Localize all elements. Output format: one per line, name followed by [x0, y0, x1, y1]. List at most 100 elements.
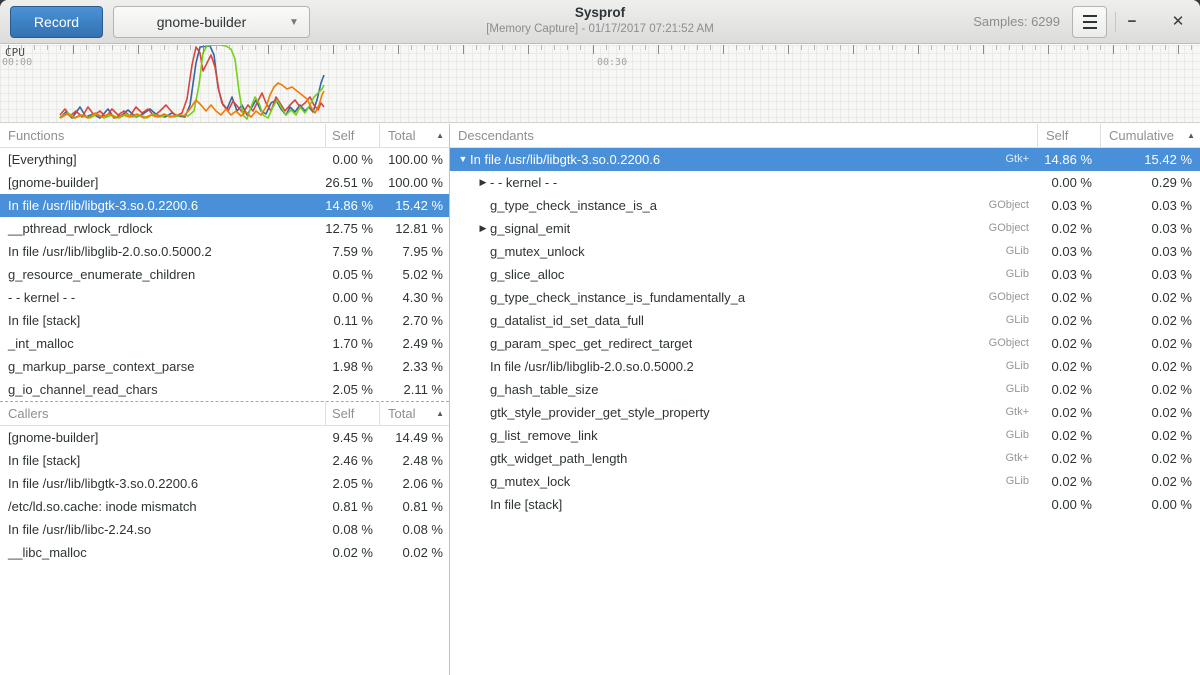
descendants-column-header[interactable]: Descendants: [450, 124, 1037, 147]
cell-cumulative: 0.03 %: [1100, 217, 1200, 240]
table-row[interactable]: In file /usr/lib/libgtk-3.so.0.2200.614.…: [0, 194, 449, 217]
tree-row[interactable]: gtk_style_provider_get_style_propertyGtk…: [450, 401, 1200, 424]
expander-icon[interactable]: ▼: [456, 148, 470, 171]
table-row[interactable]: g_io_channel_read_chars2.05 %2.11 %: [0, 378, 449, 401]
functions-column-header[interactable]: Functions: [0, 124, 325, 147]
cell-self: 0.03 %: [1037, 263, 1100, 286]
ruler-tick: [1191, 45, 1192, 50]
ruler-tick: [489, 45, 490, 50]
table-row[interactable]: _int_malloc1.70 %2.49 %: [0, 332, 449, 355]
ruler-tick: [983, 45, 984, 54]
function-name: g_signal_emit: [490, 217, 570, 240]
table-row[interactable]: In file [stack]0.11 %2.70 %: [0, 309, 449, 332]
record-button[interactable]: Record: [10, 6, 103, 38]
ruler-tick: [775, 45, 776, 50]
ruler-tick: [658, 45, 659, 54]
ruler-tick: [723, 45, 724, 54]
target-process-dropdown[interactable]: gnome-builder ▼: [113, 6, 310, 38]
cell-function-name: g_io_channel_read_chars: [0, 378, 325, 401]
tree-row[interactable]: ▶- - kernel - -0.00 %0.29 %: [450, 171, 1200, 194]
tree-row[interactable]: ▶g_signal_emitGObject0.02 %0.03 %: [450, 217, 1200, 240]
cpu-graph[interactable]: CPU 00:00 00:30: [0, 45, 1200, 123]
table-row[interactable]: __pthread_rwlock_rdlock12.75 %12.81 %: [0, 217, 449, 240]
table-row[interactable]: g_markup_parse_context_parse1.98 %2.33 %: [0, 355, 449, 378]
table-row[interactable]: __libc_malloc0.02 %0.02 %: [0, 541, 449, 564]
close-button[interactable]: ✕: [1166, 10, 1190, 34]
tree-row[interactable]: g_mutex_unlockGLib0.03 %0.03 %: [450, 240, 1200, 263]
cell-total: 12.81 %: [379, 217, 449, 240]
tree-row[interactable]: g_hash_table_sizeGLib0.02 %0.02 %: [450, 378, 1200, 401]
function-name: g_datalist_id_set_data_full: [490, 309, 644, 332]
table-row[interactable]: In file /usr/lib/libglib-2.0.so.0.5000.2…: [0, 240, 449, 263]
table-row[interactable]: [gnome-builder]26.51 %100.00 %: [0, 171, 449, 194]
callers-self-column-header[interactable]: Self: [325, 402, 379, 425]
tree-row[interactable]: g_datalist_id_set_data_fullGLib0.02 %0.0…: [450, 309, 1200, 332]
table-row[interactable]: /etc/ld.so.cache: inode mismatch0.81 %0.…: [0, 495, 449, 518]
library-badge: Gtk+: [1005, 447, 1037, 470]
functions-self-column-header[interactable]: Self: [325, 124, 379, 147]
ruler-tick: [554, 45, 555, 50]
descendants-cumulative-column-header[interactable]: Cumulative ▲: [1100, 124, 1200, 147]
cell-self: 0.02 %: [1037, 217, 1100, 240]
ruler-tick: [814, 45, 815, 50]
ruler-tick: [47, 45, 48, 50]
callers-column-header[interactable]: Callers: [0, 402, 325, 425]
chevron-down-icon: ▼: [289, 17, 309, 28]
window-subtitle: [Memory Capture] - 01/17/2017 07:21:52 A…: [320, 23, 880, 35]
function-name: In file [stack]: [490, 493, 562, 516]
functions-total-column-header[interactable]: Total ▲: [379, 124, 449, 147]
descendants-rows: ▼In file /usr/lib/libgtk-3.so.0.2200.6Gt…: [450, 148, 1200, 516]
table-row[interactable]: In file /usr/lib/libgtk-3.so.0.2200.62.0…: [0, 472, 449, 495]
cell-self: 0.03 %: [1037, 194, 1100, 217]
table-row[interactable]: g_resource_enumerate_children0.05 %5.02 …: [0, 263, 449, 286]
tree-row[interactable]: g_type_check_instance_is_fundamentally_a…: [450, 286, 1200, 309]
ruler-tick: [567, 45, 568, 50]
callers-total-column-header[interactable]: Total ▲: [379, 402, 449, 425]
table-row[interactable]: [gnome-builder]9.45 %14.49 %: [0, 426, 449, 449]
minimize-button[interactable]: −: [1120, 10, 1144, 34]
tree-row[interactable]: In file [stack]0.00 %0.00 %: [450, 493, 1200, 516]
table-row[interactable]: In file [stack]2.46 %2.48 %: [0, 449, 449, 472]
cell-cumulative: 0.29 %: [1100, 171, 1200, 194]
ruler-tick: [177, 45, 178, 50]
cell-cumulative: 0.02 %: [1100, 355, 1200, 378]
ruler-tick: [502, 45, 503, 50]
titlebar-separator: [1115, 12, 1116, 32]
library-badge: GLib: [1006, 378, 1037, 401]
total-label: Total: [388, 124, 415, 147]
cell-total: 100.00 %: [379, 148, 449, 171]
table-row[interactable]: [Everything]0.00 %100.00 %: [0, 148, 449, 171]
ruler-tick: [996, 45, 997, 50]
cell-cumulative: 0.02 %: [1100, 447, 1200, 470]
ruler-tick: [749, 45, 750, 50]
cell-function-name: gtk_widget_path_lengthGtk+: [450, 447, 1037, 470]
ruler-tick: [671, 45, 672, 50]
cell-self: 1.98 %: [325, 355, 379, 378]
expander-icon[interactable]: ▶: [476, 217, 490, 240]
tree-row[interactable]: g_list_remove_linkGLib0.02 %0.02 %: [450, 424, 1200, 447]
table-row[interactable]: In file /usr/lib/libc-2.24.so0.08 %0.08 …: [0, 518, 449, 541]
functions-header: Functions Self Total ▲: [0, 124, 449, 148]
cell-function-name: [gnome-builder]: [0, 171, 325, 194]
descendants-self-column-header[interactable]: Self: [1037, 124, 1100, 147]
cell-function-name: g_datalist_id_set_data_fullGLib: [450, 309, 1037, 332]
menu-button[interactable]: [1072, 6, 1107, 38]
cell-total: 100.00 %: [379, 171, 449, 194]
tree-row[interactable]: ▼In file /usr/lib/libgtk-3.so.0.2200.6Gt…: [450, 148, 1200, 171]
tree-row[interactable]: g_param_spec_get_redirect_targetGObject0…: [450, 332, 1200, 355]
window-title: Sysprof: [320, 5, 880, 20]
cell-self: 0.02 %: [1037, 378, 1100, 401]
ruler-tick: [242, 45, 243, 50]
tree-row[interactable]: gtk_widget_path_lengthGtk+0.02 %0.02 %: [450, 447, 1200, 470]
cell-total: 0.81 %: [379, 495, 449, 518]
cell-self: 2.46 %: [325, 449, 379, 472]
ruler-tick: [372, 45, 373, 50]
cell-self: 0.02 %: [325, 541, 379, 564]
tree-row[interactable]: g_slice_allocGLib0.03 %0.03 %: [450, 263, 1200, 286]
expander-icon[interactable]: ▶: [476, 171, 490, 194]
tree-row[interactable]: g_type_check_instance_is_aGObject0.03 %0…: [450, 194, 1200, 217]
table-row[interactable]: - - kernel - -0.00 %4.30 %: [0, 286, 449, 309]
tree-row[interactable]: In file /usr/lib/libglib-2.0.so.0.5000.2…: [450, 355, 1200, 378]
ruler-tick: [437, 45, 438, 50]
tree-row[interactable]: g_mutex_lockGLib0.02 %0.02 %: [450, 470, 1200, 493]
